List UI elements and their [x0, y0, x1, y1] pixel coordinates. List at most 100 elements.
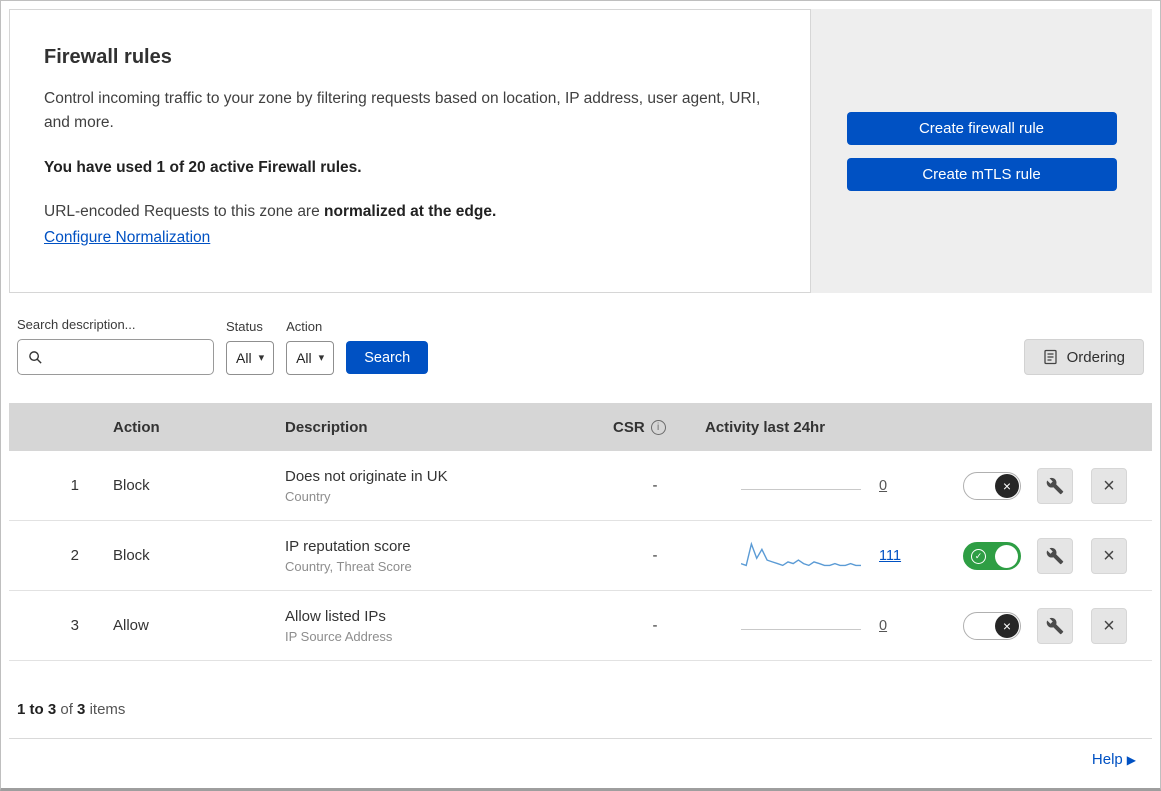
rule-enabled-toggle[interactable]: × [963, 611, 1021, 640]
of-text: of [60, 701, 73, 718]
info-icon[interactable]: i [650, 419, 666, 435]
search-label: Search description... [17, 317, 136, 332]
ordering-button[interactable]: Ordering [1023, 339, 1144, 375]
column-header-description: Description [285, 418, 368, 436]
activity-flatline [741, 610, 861, 642]
edit-cell [1037, 607, 1091, 644]
rule-description: IP reputation score Country, Threat Scor… [269, 538, 609, 574]
delete-cell: × [1091, 467, 1152, 504]
column-header-activity: Activity last 24hr [705, 418, 826, 436]
table-row: 1 Block Does not originate in UK Country… [9, 451, 1152, 521]
help-link-label: Help [1091, 751, 1123, 768]
edit-rule-button[interactable] [1037, 537, 1073, 574]
items-range: 1 to 3 [17, 701, 57, 718]
help-row: Help ▶ [1, 739, 1160, 769]
csr-value: - [652, 477, 658, 494]
search-input[interactable] [49, 348, 203, 366]
normalization-bold-text: normalized at the edge. [324, 203, 497, 221]
rule-action: Block [113, 547, 150, 564]
rule-index: 2 [70, 547, 79, 564]
rule-index: 3 [70, 617, 79, 634]
help-link[interactable]: Help ▶ [1092, 751, 1136, 768]
create-firewall-rule-button[interactable]: Create firewall rule [846, 112, 1117, 145]
edit-rule-button[interactable] [1037, 467, 1073, 504]
search-button[interactable]: Search [346, 341, 429, 374]
column-header-action: Action [113, 418, 160, 436]
rule-subtitle: Country [285, 488, 331, 504]
activity-count-link[interactable]: 111 [879, 548, 901, 564]
rule-subtitle: Country, Threat Score [285, 558, 412, 574]
items-total: 3 [77, 701, 86, 718]
toggle-cell: × [951, 611, 1037, 640]
help-arrow-icon: ▶ [1126, 753, 1136, 767]
activity-cell: 0 [701, 470, 951, 502]
edit-cell [1037, 537, 1091, 574]
column-header-csr: CSR i [609, 419, 701, 436]
delete-cell: × [1091, 537, 1152, 574]
rule-index: 1 [70, 477, 79, 494]
rule-description: Allow listed IPs IP Source Address [269, 608, 609, 644]
actions-panel: Create firewall rule Create mTLS rule [811, 9, 1152, 293]
status-dropdown[interactable]: All ▾ [226, 341, 275, 375]
toggle-knob [995, 544, 1018, 568]
rule-title: IP reputation score [285, 537, 411, 555]
toggle-x-icon: × [995, 613, 1019, 638]
pagination-summary: 1 to 3 of 3 items [1, 661, 1160, 738]
ordering-button-label: Ordering [1066, 348, 1125, 366]
wrench-icon [1046, 477, 1064, 495]
status-label: Status [226, 319, 263, 334]
toggle-cell: × [951, 471, 1037, 500]
rule-action: Allow [113, 617, 149, 634]
status-dropdown-value: All [236, 350, 252, 366]
action-dropdown-value: All [296, 350, 312, 366]
configure-normalization-link[interactable]: Configure Normalization [44, 229, 210, 246]
rule-enabled-toggle[interactable]: × [963, 471, 1021, 500]
activity-cell: 111 [701, 540, 951, 572]
csr-header-label: CSR [613, 418, 645, 436]
usage-note: You have used 1 of 20 active Firewall ru… [44, 159, 362, 177]
delete-rule-button[interactable]: × [1091, 607, 1127, 644]
normalization-note: URL-encoded Requests to this zone are no… [44, 203, 776, 221]
table-row: 3 Allow Allow listed IPs IP Source Addre… [9, 591, 1152, 661]
table-header: Action Description CSR i Activity last 2… [9, 403, 1152, 451]
wrench-icon [1046, 617, 1064, 635]
filter-bar: Search description... Status All ▾ Actio… [1, 293, 1160, 403]
intro-section: Firewall rules Control incoming traffic … [1, 1, 1160, 293]
search-group: Search description... [17, 317, 214, 375]
rule-enabled-toggle[interactable]: ✓ [963, 541, 1021, 570]
search-input-box[interactable] [17, 339, 214, 375]
edit-cell [1037, 467, 1091, 504]
toggle-x-icon: × [995, 473, 1019, 498]
action-label: Action [286, 319, 323, 334]
normalization-text: URL-encoded Requests to this zone are [44, 203, 325, 221]
intro-card: Firewall rules Control incoming traffic … [9, 9, 811, 293]
items-text: items [89, 701, 126, 718]
create-mtls-rule-button[interactable]: Create mTLS rule [846, 158, 1117, 191]
edit-rule-button[interactable] [1037, 607, 1073, 644]
activity-count-link[interactable]: 0 [879, 478, 887, 494]
rule-title: Allow listed IPs [285, 607, 386, 625]
action-dropdown[interactable]: All ▾ [286, 341, 335, 375]
toggle-cell: ✓ [951, 541, 1037, 570]
ordering-list-icon [1043, 349, 1058, 365]
close-icon: × [1103, 474, 1115, 497]
search-icon [28, 350, 43, 365]
action-filter-group: Action All ▾ [286, 319, 335, 375]
wrench-icon [1046, 547, 1064, 565]
activity-count-link[interactable]: 0 [879, 618, 887, 634]
page-title: Firewall rules [44, 46, 172, 68]
chevron-down-icon: ▾ [258, 351, 265, 364]
rule-subtitle: IP Source Address [285, 628, 393, 644]
activity-flatline [741, 470, 861, 502]
activity-sparkline [741, 540, 861, 572]
rule-title: Does not originate in UK [285, 467, 448, 485]
intro-description: Control incoming traffic to your zone by… [44, 90, 761, 132]
delete-rule-button[interactable]: × [1091, 467, 1127, 504]
table-row: 2 Block IP reputation score Country, Thr… [9, 521, 1152, 591]
close-icon: × [1103, 544, 1115, 567]
status-filter-group: Status All ▾ [226, 319, 275, 375]
delete-rule-button[interactable]: × [1091, 537, 1127, 574]
delete-cell: × [1091, 607, 1152, 644]
chevron-down-icon: ▾ [318, 351, 325, 364]
activity-cell: 0 [701, 610, 951, 642]
